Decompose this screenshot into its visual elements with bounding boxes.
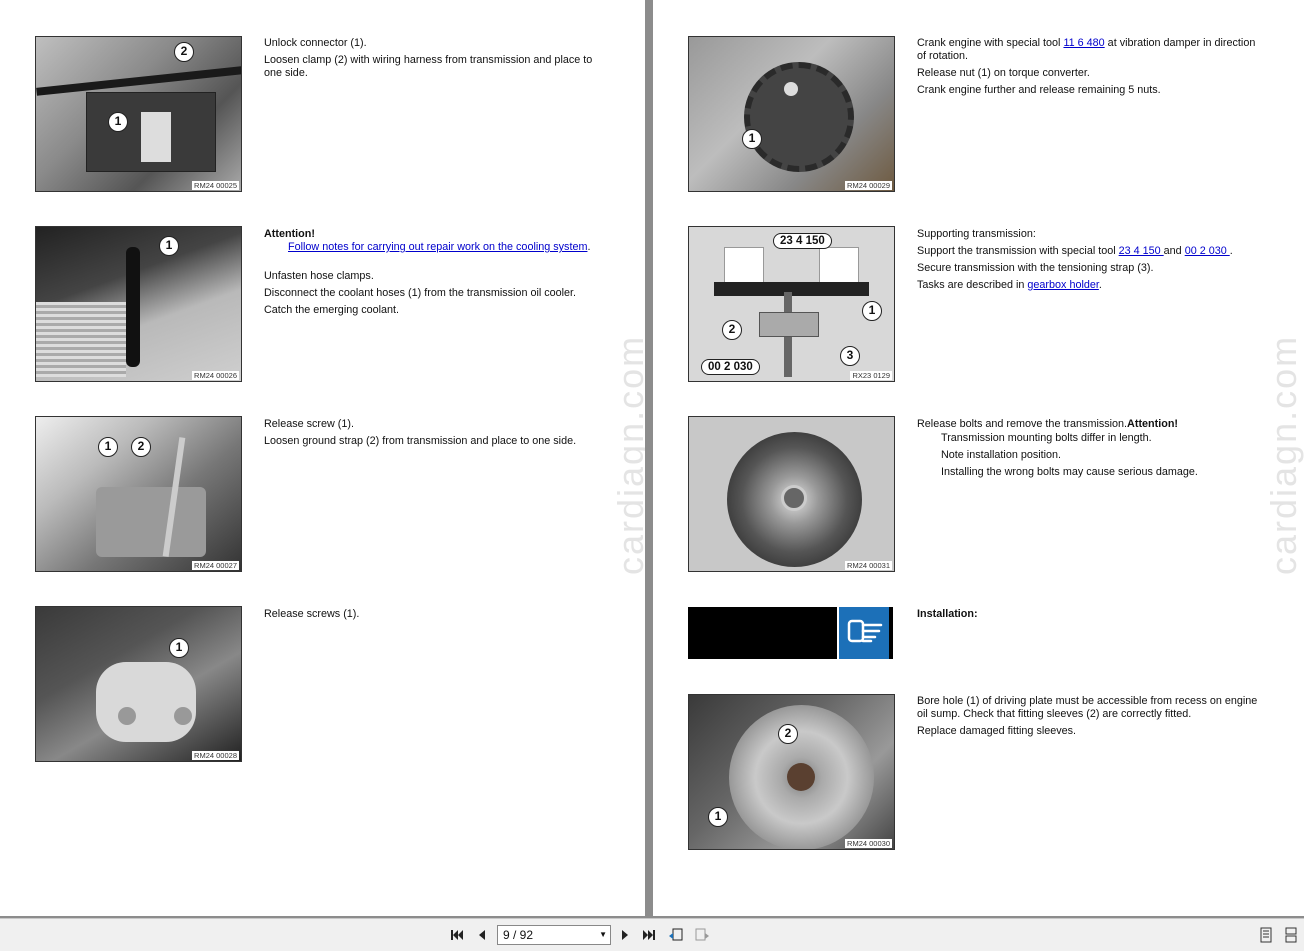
step-text: Attention! Follow notes for carrying out… — [264, 228, 604, 321]
photo-connector: 2 1 RM24 00025 — [35, 36, 242, 192]
single-page-view-icon[interactable] — [1258, 927, 1274, 943]
text-span: . — [1098, 279, 1102, 291]
first-page-icon[interactable] — [449, 927, 465, 943]
instruction-line: Crank engine further and release remaini… — [917, 84, 1161, 96]
step-text: Supporting transmission: Support the tra… — [917, 228, 1267, 296]
installation-heading: Installation: — [917, 608, 978, 620]
callout-1: 1 — [708, 807, 728, 827]
diagram-transmission-support: 23 4 150 00 2 030 1 2 3 RX23 0129 — [688, 226, 895, 382]
previous-page-icon[interactable] — [474, 927, 490, 943]
tool-label-23-4-150: 23 4 150 — [773, 233, 832, 249]
instruction-line: Release nut (1) on torque converter. — [917, 67, 1090, 79]
instruction-line: Unlock connector (1). — [264, 37, 367, 49]
callout-1: 1 — [98, 437, 118, 457]
image-code: RX23 0129 — [850, 371, 892, 380]
link-suffix: . — [587, 241, 591, 253]
photo-coolant-hoses: 1 RM24 00026 — [35, 226, 242, 382]
callout-2: 2 — [722, 320, 742, 340]
instruction-line: Loosen ground strap (2) from transmissio… — [264, 435, 577, 447]
callout-2: 2 — [778, 724, 798, 744]
watermark: cardiagn.com — [1263, 334, 1304, 575]
photo-driving-plate: 2 1 RM24 00030 — [688, 694, 895, 850]
instruction-line: Supporting transmission: — [917, 228, 1036, 240]
text-span: Crank engine with special tool — [917, 37, 1064, 49]
special-tool-23-4-150-link[interactable]: 23 4 150 — [1119, 245, 1164, 257]
callout-2: 2 — [131, 437, 151, 457]
text-span: and — [1163, 245, 1185, 257]
callout-1: 1 — [862, 301, 882, 321]
instruction-line: Secure transmission with the tensioning … — [917, 262, 1154, 274]
text-span: . — [1229, 245, 1233, 257]
go-forward-view-icon[interactable] — [694, 927, 710, 943]
callout-1: 1 — [159, 236, 179, 256]
image-code: RM24 00028 — [192, 751, 239, 760]
step-text: Release screws (1). — [264, 608, 604, 625]
callout-3: 3 — [840, 346, 860, 366]
page-number-field[interactable]: 9 / 92 ▼ — [497, 925, 611, 945]
photo-transmission-bolts: RM24 00031 — [688, 416, 895, 572]
note-line: Installing the wrong bolts may cause ser… — [941, 466, 1198, 478]
note-line: Note installation position. — [941, 449, 1062, 461]
tool-label-00-2-030: 00 2 030 — [701, 359, 760, 375]
text-span: Support the transmission with special to… — [917, 245, 1119, 257]
special-tool-00-2-030-link[interactable]: 00 2 030 — [1185, 245, 1230, 257]
watermark: cardiagn.com — [610, 334, 645, 575]
step-text: Bore hole (1) of driving plate must be a… — [917, 695, 1262, 742]
instruction-line: Unfasten hose clamps. — [264, 270, 374, 282]
page-right: 1 RM24 00029 Crank engine with special t… — [653, 0, 1304, 916]
callout-1: 1 — [742, 129, 762, 149]
instruction-line: Loosen clamp (2) with wiring harness fro… — [264, 54, 593, 79]
hand-pointing-icon — [837, 607, 889, 659]
instruction-line: Release bolts and remove the transmissio… — [917, 418, 1128, 430]
photo-vibration-damper: 1 RM24 00029 — [688, 36, 895, 192]
chevron-down-icon[interactable]: ▼ — [599, 926, 607, 944]
special-tool-11-6-480-link[interactable]: 11 6 480 — [1063, 37, 1104, 49]
step-text: Crank engine with special tool 11 6 480 … — [917, 37, 1267, 101]
gearbox-holder-link[interactable]: gearbox holder — [1027, 279, 1098, 291]
attention-label: Attention! — [1127, 418, 1179, 430]
page-left: 2 1 RM24 00025 Unlock connector (1). Loo… — [0, 0, 645, 916]
go-back-view-icon[interactable] — [668, 927, 684, 943]
image-code: RM24 00030 — [845, 839, 892, 848]
image-code: RM24 00029 — [845, 181, 892, 190]
image-code: RM24 00025 — [192, 181, 239, 190]
next-page-icon[interactable] — [617, 927, 633, 943]
callout-2: 2 — [174, 42, 194, 62]
text-span: Tasks are described in — [917, 279, 1028, 291]
step-text: Unlock connector (1). Loosen clamp (2) w… — [264, 37, 604, 84]
callout-1: 1 — [169, 638, 189, 658]
image-code: RM24 00031 — [845, 561, 892, 570]
document-viewer: 2 1 RM24 00025 Unlock connector (1). Loo… — [0, 0, 1304, 918]
step-text: Release screw (1). Loosen ground strap (… — [264, 418, 604, 452]
attention-label: Attention! — [264, 228, 315, 240]
cooling-system-notes-link[interactable]: Follow notes for carrying out repair wor… — [288, 241, 587, 253]
page-indicator: 9 / 92 — [503, 928, 534, 942]
instruction-line: Replace damaged fitting sleeves. — [917, 725, 1077, 737]
instruction-line: Disconnect the coolant hoses (1) from th… — [264, 287, 577, 299]
photo-mount-screws: 1 RM24 00028 — [35, 606, 242, 762]
instruction-line: Release screws (1). — [264, 608, 360, 620]
image-code: RM24 00026 — [192, 371, 239, 380]
navigation-toolbar: 9 / 92 ▼ — [0, 918, 1304, 951]
installation-banner — [688, 607, 893, 659]
image-code: RM24 00027 — [192, 561, 239, 570]
callout-1: 1 — [108, 112, 128, 132]
photo-ground-strap: 1 2 RM24 00027 — [35, 416, 242, 572]
step-text: Release bolts and remove the transmissio… — [917, 418, 1267, 483]
instruction-line: Release screw (1). — [264, 418, 355, 430]
last-page-icon[interactable] — [641, 927, 657, 943]
instruction-line: Bore hole (1) of driving plate must be a… — [917, 695, 1258, 720]
note-line: Transmission mounting bolts differ in le… — [941, 432, 1152, 444]
instruction-line: Catch the emerging coolant. — [264, 304, 400, 316]
continuous-view-icon[interactable] — [1283, 927, 1299, 943]
